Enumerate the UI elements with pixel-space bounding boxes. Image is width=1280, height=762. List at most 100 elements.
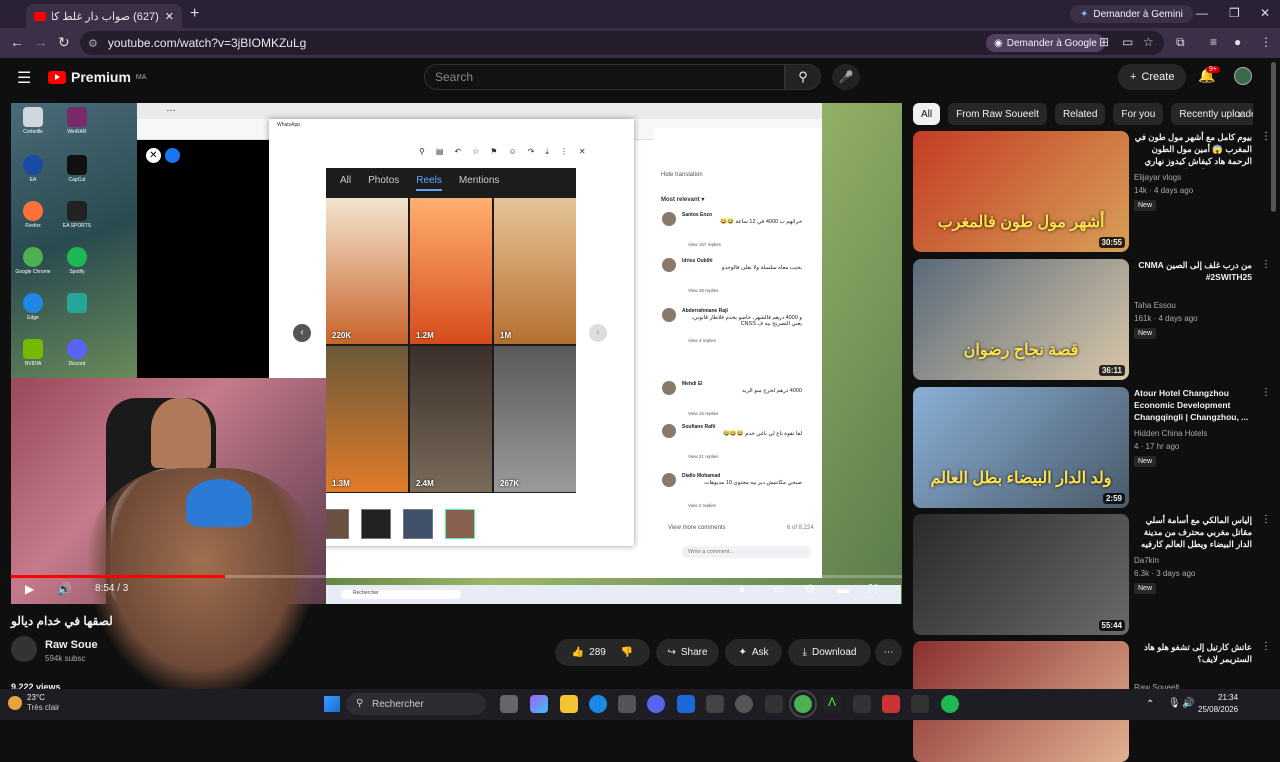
video-thumbnail[interactable]: قصة نجاح رضوان 36:11	[913, 259, 1129, 380]
more-vert-icon[interactable]: ⋮	[1261, 387, 1271, 398]
task-view-icon[interactable]	[500, 695, 518, 713]
like-button[interactable]: 👍 289 👎	[555, 639, 650, 666]
game-app-icon[interactable]	[765, 695, 783, 713]
video-title[interactable]: عاتش كارتيل إلى تشفو هلو هاد الستريمر لا…	[1134, 641, 1252, 665]
discord-taskbar-icon[interactable]	[647, 695, 665, 713]
close-window-icon[interactable]: ✕	[1260, 6, 1270, 20]
ask-google-button[interactable]: ◉ Demander à Google	[986, 34, 1105, 52]
outlook-icon[interactable]	[677, 695, 695, 713]
voice-search-button[interactable]: 🎤	[832, 64, 860, 90]
taskbar-search[interactable]: ⚲ Rechercher	[346, 693, 486, 715]
more-vert-icon[interactable]: ⋮	[1261, 259, 1271, 270]
video-thumbnail[interactable]: ولد الدار البيضاء بطل العالم 2:59	[913, 387, 1129, 508]
channel-name[interactable]: Raw Soue	[45, 639, 98, 651]
channel-avatar[interactable]	[11, 636, 37, 662]
chip-for-you[interactable]: For you	[1113, 103, 1164, 125]
nvidia-taskbar-icon[interactable]: Λ	[823, 695, 841, 713]
mic-tray-icon[interactable]: 🎙	[1168, 698, 1181, 709]
theater-mode-icon[interactable]: ▬	[837, 582, 849, 596]
reel-card: 2.4M	[410, 346, 492, 492]
ea-sports-icon: EA SPORTS	[57, 201, 97, 229]
account-avatar[interactable]	[1234, 67, 1252, 85]
tool-icon[interactable]	[882, 695, 900, 713]
video-title[interactable]: بيوم كامل مع أشهر مول طون في المغرب 😱 أم…	[1134, 131, 1252, 169]
edge-taskbar-icon[interactable]	[589, 695, 607, 713]
extensions-icon[interactable]: ⧉	[1176, 35, 1185, 50]
video-channel[interactable]: Taha Essou	[1134, 301, 1176, 310]
more-vert-icon[interactable]: ⋮	[1261, 131, 1271, 142]
maximize-icon[interactable]: ❐	[1229, 6, 1240, 20]
video-channel[interactable]: Hidden China Hotels	[1134, 429, 1207, 438]
video-title[interactable]: إلياس المالكي مع أسامة أسلي مقاتل مغربي …	[1134, 514, 1252, 552]
app-taskbar-icon[interactable]	[706, 695, 724, 713]
queue-icon[interactable]: ≡	[1210, 35, 1217, 49]
video-channel[interactable]: Elijayar vlogs	[1134, 173, 1181, 182]
play-icon[interactable]: ▶	[25, 582, 34, 596]
volume-tray-icon[interactable]: 🔊	[1182, 698, 1194, 709]
page-scrollbar[interactable]	[1271, 62, 1276, 212]
chevron-right-icon[interactable]: ›	[1238, 107, 1242, 121]
commenter-name: Soufiane Rafii	[682, 424, 716, 430]
download-button[interactable]: ⤓ Download	[788, 639, 871, 666]
weather-widget[interactable]: 23°C Très clair	[8, 693, 60, 713]
chip-related[interactable]: Related	[1054, 103, 1106, 125]
hide-translation-link: Hide translation	[661, 172, 703, 178]
more-actions-button[interactable]: ⋯	[875, 639, 902, 666]
close-tab-icon[interactable]: ✕	[165, 10, 174, 23]
chip-from-channel[interactable]: From Raw Soueelt	[948, 103, 1047, 125]
video-channel[interactable]: Da7kin	[1134, 556, 1159, 565]
video-title[interactable]: Atour Hotel Changzhou Economic Developme…	[1134, 387, 1252, 423]
bookmark-star-icon[interactable]: ☆	[1143, 35, 1154, 49]
minimize-icon[interactable]: —	[1196, 6, 1208, 20]
youtube-logo[interactable]: Premium MA	[48, 69, 146, 85]
hamburger-menu-icon[interactable]: ☰	[17, 68, 31, 88]
file-explorer-icon[interactable]	[560, 695, 578, 713]
suggested-video[interactable]: 55:44 إلياس المالكي مع أسامة أسلي مقاتل م…	[913, 514, 1273, 635]
create-button[interactable]: + Create	[1118, 64, 1187, 90]
capture-icon[interactable]	[911, 695, 929, 713]
cast-icon[interactable]: ▭	[1122, 35, 1133, 49]
windows-start-icon[interactable]	[324, 696, 340, 712]
chip-all[interactable]: All	[913, 103, 941, 125]
video-thumbnail[interactable]: 55:44	[913, 514, 1129, 635]
video-title[interactable]: من درب غلف إلى الصين CNMA #2SWITH25	[1134, 259, 1252, 283]
ask-button[interactable]: ✦ Ask	[725, 639, 782, 666]
commenter-avatar	[662, 473, 676, 487]
browser-menu-icon[interactable]: ⋮	[1260, 35, 1272, 49]
gemini-button[interactable]: ✦ Demander à Gemini	[1070, 5, 1193, 23]
spotify-taskbar-icon[interactable]	[941, 695, 959, 713]
temperature: 23°C	[27, 693, 45, 702]
share-button[interactable]: ↪ Share	[656, 639, 719, 666]
suggested-video[interactable]: ولد الدار البيضاء بطل العالم 2:59 Atour Ho…	[913, 387, 1273, 508]
suggested-video[interactable]: قصة نجاح رضوان 36:11 من درب غلف إلى الصين …	[913, 259, 1273, 380]
profile-avatar[interactable]: ●	[1234, 35, 1241, 49]
new-tab-button[interactable]: +	[190, 5, 199, 23]
more-vert-icon[interactable]: ⋮	[1261, 514, 1271, 525]
forward-icon[interactable]: →	[34, 34, 48, 50]
browser-tab-youtube[interactable]: (627) صواب دار غلط كارتي و لـ... ✕	[26, 4, 182, 28]
reload-icon[interactable]: ↻	[58, 34, 70, 51]
chrome-taskbar-icon[interactable]	[789, 690, 817, 718]
steam-icon[interactable]	[735, 695, 753, 713]
url-text: youtube.com/watch?v=3jBIOMKZuLg	[107, 36, 307, 50]
store-icon[interactable]	[618, 695, 636, 713]
copilot-icon[interactable]	[530, 695, 548, 713]
search-button[interactable]: ⚲	[785, 64, 821, 90]
view-replies-link: View 2 replies	[688, 503, 716, 508]
suggested-video[interactable]: أشهر مول طون فالمغرب 30:55 بيوم كامل مع أش…	[913, 131, 1273, 252]
volume-icon[interactable]: 🔊	[57, 582, 72, 596]
more-vert-icon[interactable]: ⋮	[1261, 641, 1271, 652]
video-thumbnail[interactable]: أشهر مول طون فالمغرب 30:55	[913, 131, 1129, 252]
obs-icon[interactable]	[853, 695, 871, 713]
tray-chevron-icon[interactable]: ⌃	[1146, 699, 1154, 710]
system-clock[interactable]: 21:34 25/08/2026	[1198, 692, 1238, 716]
search-input[interactable]: Search	[424, 64, 785, 90]
site-info-icon[interactable]: ⚙	[88, 37, 98, 50]
back-icon[interactable]: ←	[10, 34, 24, 50]
settings-gear-icon[interactable]: ⚙	[805, 582, 816, 596]
autoplay-toggle-icon[interactable]: ⏸	[739, 582, 745, 597]
fullscreen-icon[interactable]: ⛶	[869, 582, 877, 597]
translate-icon[interactable]: ⊞	[1099, 35, 1109, 49]
thumbs-down-icon[interactable]: 👎	[621, 647, 633, 658]
subtitles-icon[interactable]: ▭	[773, 582, 784, 596]
